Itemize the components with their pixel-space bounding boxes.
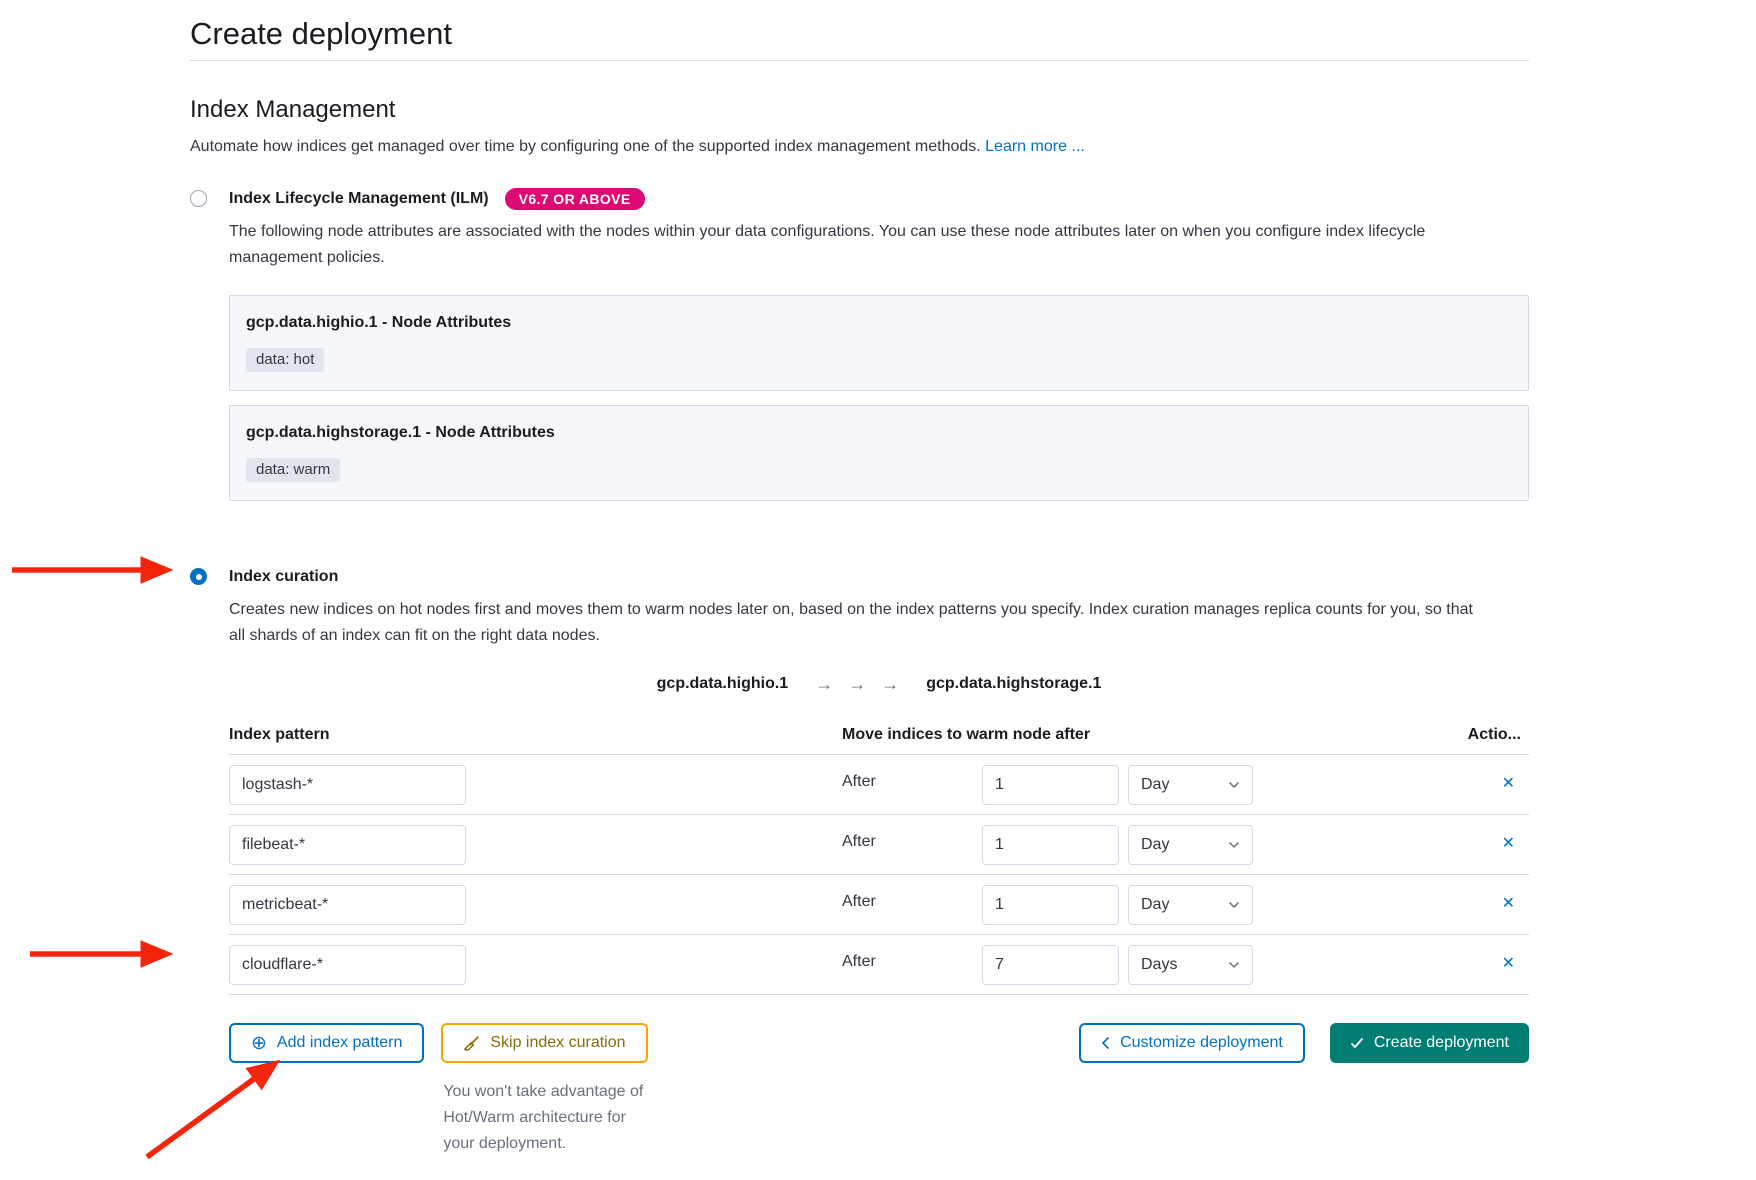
flow-target-node: gcp.data.highstorage.1 <box>926 673 1101 695</box>
remove-row-icon[interactable]: ✕ <box>1502 774 1515 794</box>
header-actions: Actio... <box>1468 723 1521 747</box>
node-attributes-panel: gcp.data.highio.1 - Node Attributes data… <box>229 295 1529 391</box>
header-index-pattern: Index pattern <box>229 723 329 747</box>
check-icon <box>1350 1037 1364 1049</box>
node-attribute-badge: data: hot <box>246 348 324 372</box>
ilm-option-label: Index Lifecycle Management (ILM) <box>229 187 489 211</box>
curation-table-header: Index pattern Move indices to warm node … <box>229 723 1529 755</box>
create-deployment-button[interactable]: Create deployment <box>1330 1023 1529 1063</box>
broom-icon <box>463 1035 480 1052</box>
unit-select[interactable]: Day <box>1128 885 1253 925</box>
after-label: After <box>842 953 876 971</box>
node-attributes-panel: gcp.data.highstorage.1 - Node Attributes… <box>229 405 1529 501</box>
section-description: Automate how indices get managed over ti… <box>190 135 1529 159</box>
after-label: After <box>842 893 876 911</box>
after-label: After <box>842 773 876 791</box>
table-row: After Days ✕ <box>229 935 1529 995</box>
chevron-down-icon <box>1228 901 1240 909</box>
chevron-down-icon <box>1228 961 1240 969</box>
option-ilm: Index Lifecycle Management (ILM) V6.7 OR… <box>190 187 1529 501</box>
skip-index-curation-button[interactable]: Skip index curation <box>441 1023 647 1063</box>
chevron-down-icon <box>1228 841 1240 849</box>
flow-source-node: gcp.data.highio.1 <box>657 673 789 695</box>
curation-option-description: Creates new indices on hot nodes first a… <box>229 597 1489 649</box>
chevron-down-icon <box>1228 781 1240 789</box>
unit-select[interactable]: Day <box>1128 765 1253 805</box>
arrow-right-icon: → <box>815 673 833 695</box>
skip-warning-text: You won't take advantage of Hot/Warm arc… <box>443 1079 643 1157</box>
skip-index-curation-label: Skip index curation <box>490 1034 625 1052</box>
unit-select-value: Days <box>1141 956 1177 974</box>
table-row: After Day ✕ <box>229 875 1529 935</box>
table-row: After Day ✕ <box>229 755 1529 815</box>
unit-select-value: Day <box>1141 896 1169 914</box>
section-title: Index Management <box>190 95 1529 125</box>
learn-more-link[interactable]: Learn more ... <box>985 138 1085 155</box>
after-value-input[interactable] <box>982 825 1119 865</box>
arrow-right-icon: → <box>881 673 899 695</box>
ilm-option-description: The following node attributes are associ… <box>229 219 1489 271</box>
section-description-text: Automate how indices get managed over ti… <box>190 138 981 155</box>
after-value-input[interactable] <box>982 945 1119 985</box>
arrow-right-icon: → <box>848 673 866 695</box>
version-badge: V6.7 OR ABOVE <box>505 188 645 210</box>
curation-table: Index pattern Move indices to warm node … <box>229 723 1529 995</box>
add-index-pattern-label: Add index pattern <box>277 1034 402 1052</box>
table-row: After Day ✕ <box>229 815 1529 875</box>
index-curation-radio[interactable] <box>190 568 207 585</box>
index-pattern-input[interactable] <box>229 945 466 985</box>
ilm-radio[interactable] <box>190 190 207 207</box>
page-title: Create deployment <box>190 14 1529 61</box>
unit-select-value: Day <box>1141 836 1169 854</box>
node-panel-title: gcp.data.highio.1 - Node Attributes <box>246 312 1512 334</box>
index-pattern-input[interactable] <box>229 885 466 925</box>
remove-row-icon[interactable]: ✕ <box>1502 954 1515 974</box>
unit-select-value: Day <box>1141 776 1169 794</box>
remove-row-icon[interactable]: ✕ <box>1502 834 1515 854</box>
unit-select[interactable]: Days <box>1128 945 1253 985</box>
unit-select[interactable]: Day <box>1128 825 1253 865</box>
option-index-curation: Index curation Creates new indices on ho… <box>190 565 1529 1157</box>
index-pattern-input[interactable] <box>229 765 466 805</box>
node-panel-title: gcp.data.highstorage.1 - Node Attributes <box>246 422 1512 444</box>
chevron-left-icon <box>1101 1036 1110 1050</box>
create-deployment-label: Create deployment <box>1374 1034 1509 1052</box>
plus-in-circle-icon: ⊕ <box>251 1034 267 1053</box>
after-value-input[interactable] <box>982 765 1119 805</box>
customize-deployment-button[interactable]: Customize deployment <box>1079 1023 1305 1063</box>
create-deployment-page: Create deployment Index Management Autom… <box>0 0 1756 1180</box>
node-attribute-badge: data: warm <box>246 458 340 482</box>
customize-deployment-label: Customize deployment <box>1120 1034 1283 1052</box>
header-move-indices: Move indices to warm node after <box>842 723 1090 747</box>
add-index-pattern-button[interactable]: ⊕ Add index pattern <box>229 1023 424 1063</box>
after-value-input[interactable] <box>982 885 1119 925</box>
after-label: After <box>842 833 876 851</box>
remove-row-icon[interactable]: ✕ <box>1502 894 1515 914</box>
curation-flow: gcp.data.highio.1 → → → gcp.data.highsto… <box>229 673 1529 695</box>
curation-option-label: Index curation <box>229 565 338 589</box>
index-pattern-input[interactable] <box>229 825 466 865</box>
actions-row: ⊕ Add index pattern Skip index curation … <box>229 1023 1529 1157</box>
